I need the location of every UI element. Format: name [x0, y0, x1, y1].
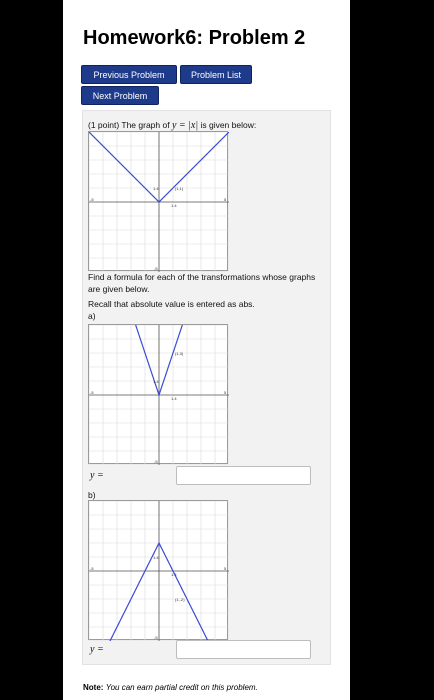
answer-a-label: y = [90, 470, 104, 481]
x-tick-label: 1.4 [171, 572, 177, 577]
next-problem-button[interactable]: Next Problem [81, 86, 159, 105]
x-max-label: 5 [224, 390, 227, 395]
y-min-label: -5 [154, 635, 158, 640]
graph-a: -5 5 -5 1.4 1.4 (1,3) [88, 324, 229, 465]
answer-b-label: y = [90, 644, 104, 655]
note-text: You can earn partial credit on this prob… [105, 683, 258, 692]
problem-list-button[interactable]: Problem List [180, 65, 252, 84]
x-tick-label: 1.4 [171, 203, 177, 208]
graph-b: -5 5 -5 1.4 1.4 (1,-2) [88, 500, 229, 641]
note-label: Note: [83, 683, 104, 692]
graph-main: -5 5 -5 1.4 1.4 (1,1) [88, 131, 229, 272]
problem-panel: (1 point) The graph of y = |x| is given … [82, 110, 331, 665]
point-label: (1,3) [175, 351, 184, 356]
y-tick-label: 1.4 [153, 186, 159, 191]
previous-problem-button[interactable]: Previous Problem [81, 65, 177, 84]
part-a-label: a) [88, 311, 96, 321]
x-max-label: 5 [224, 197, 227, 202]
abs-note-text: Recall that absolute value is entered as… [88, 299, 255, 309]
math-expression: y = |x| [171, 120, 199, 131]
graph-b-svg: -5 5 -5 1.4 1.4 (1,-2) [89, 501, 229, 641]
point-label: (1,1) [175, 186, 184, 191]
x-tick-label: 1.4 [171, 396, 177, 401]
answer-a-input[interactable] [176, 466, 311, 485]
page: Homework6: Problem 2 Previous Problem Pr… [63, 0, 350, 700]
answer-b-input[interactable] [176, 640, 311, 659]
y-tick-label: 1.4 [153, 555, 159, 560]
graph-main-svg: -5 5-51.41.4(1,1) [89, 132, 229, 272]
x-min-label: -5 [90, 566, 94, 571]
x-min-label: -5 [90, 197, 94, 202]
given-text: is given below: [200, 120, 257, 130]
note: Note: You can earn partial credit on thi… [83, 683, 258, 692]
points-text: (1 point) The graph of [88, 120, 170, 130]
y-tick-label: 1.4 [153, 379, 159, 384]
x-min-label: -5 [90, 390, 94, 395]
graph-a-svg: -5 5 -5 1.4 1.4 (1,3) [89, 325, 229, 465]
page-title: Homework6: Problem 2 [83, 27, 306, 49]
point-label: (1,-2) [175, 597, 185, 602]
instruction-text: Find a formula for each of the transform… [88, 272, 316, 294]
x-max-label: 5 [224, 566, 227, 571]
y-min-label: -5 [154, 459, 158, 464]
